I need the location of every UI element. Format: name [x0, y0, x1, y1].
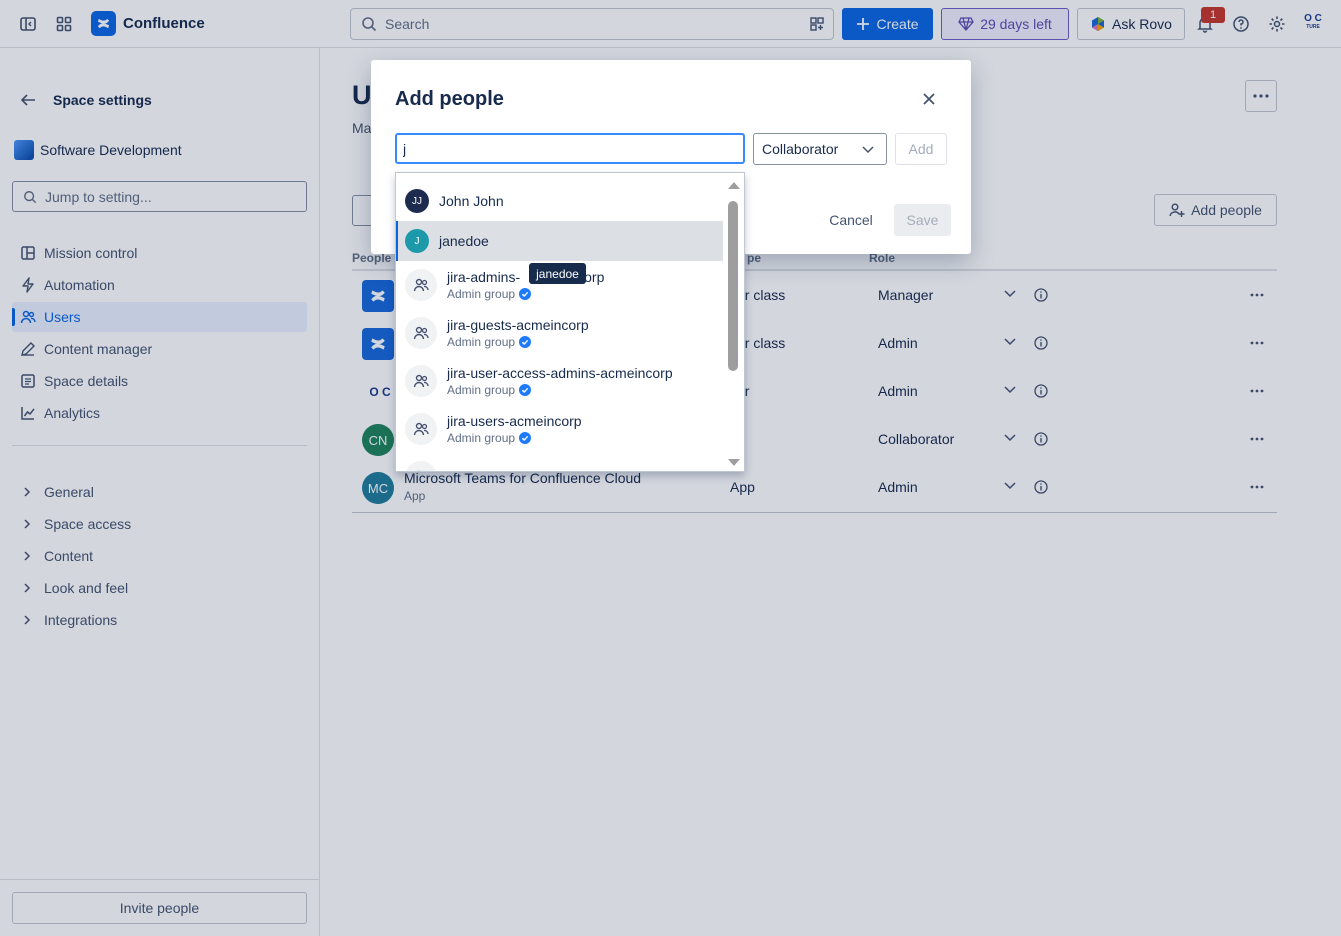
scroll-up-arrow-icon[interactable] [727, 180, 741, 190]
group-icon [405, 269, 437, 301]
suggestion-subtitle: Admin group [447, 382, 673, 398]
people-search-input[interactable] [395, 133, 745, 164]
group-icon [405, 365, 437, 397]
avatar: JJ [405, 189, 429, 213]
add-button[interactable]: Add [895, 133, 947, 165]
dialog-title: Add people [395, 88, 504, 110]
suggestion-subtitle: Admin group [447, 334, 589, 350]
suggestion-name: jira-user-access-admins-acmeincorp [447, 365, 673, 381]
suggestion-name: janedoe [439, 233, 489, 249]
avatar: J [405, 229, 429, 253]
role-select[interactable]: Collaborator [753, 133, 887, 165]
close-icon[interactable] [920, 90, 938, 108]
scrollbar-thumb[interactable] [728, 201, 738, 371]
suggestion-subtitle: Admin group [447, 286, 604, 302]
suggestion-group-jira-users[interactable]: jira-users-acmeincorp Admin group [396, 405, 723, 453]
people-suggestions-dropdown: JJ John John J janedoe jira-admins-orp A… [395, 172, 745, 472]
verified-icon [519, 288, 532, 300]
suggestion-user-janedoe[interactable]: J janedoe [396, 221, 723, 261]
chevron-down-icon [862, 146, 874, 154]
suggestion-group-jira-guests[interactable]: jira-guests-acmeincorp Admin group [396, 309, 723, 357]
group-icon [405, 461, 437, 471]
verified-icon [519, 384, 532, 396]
verified-icon [519, 432, 532, 444]
group-icon [405, 413, 437, 445]
suggestion-name: jira-guests-acmeincorp [447, 317, 589, 333]
suggestion-subtitle: Admin group [447, 430, 582, 446]
janedoe-tooltip: janedoe [529, 263, 586, 284]
verified-icon [519, 336, 532, 348]
suggestion-name: John John [439, 193, 504, 209]
cancel-button[interactable]: Cancel [817, 204, 885, 236]
suggestion-name: jira-users-acmeincorp [447, 413, 582, 429]
save-button[interactable]: Save [894, 204, 951, 236]
scroll-down-arrow-icon[interactable] [727, 458, 741, 468]
group-icon [405, 317, 437, 349]
role-select-value: Collaborator [762, 141, 839, 157]
suggestion-group-projects-admins[interactable]: projects-admins-acmeincorp [396, 453, 723, 471]
suggestion-name: projects-admins-acmeincorp [447, 468, 623, 471]
suggestion-user-john-john[interactable]: JJ John John [396, 181, 723, 221]
suggestion-group-jira-user-access-admins[interactable]: jira-user-access-admins-acmeincorp Admin… [396, 357, 723, 405]
